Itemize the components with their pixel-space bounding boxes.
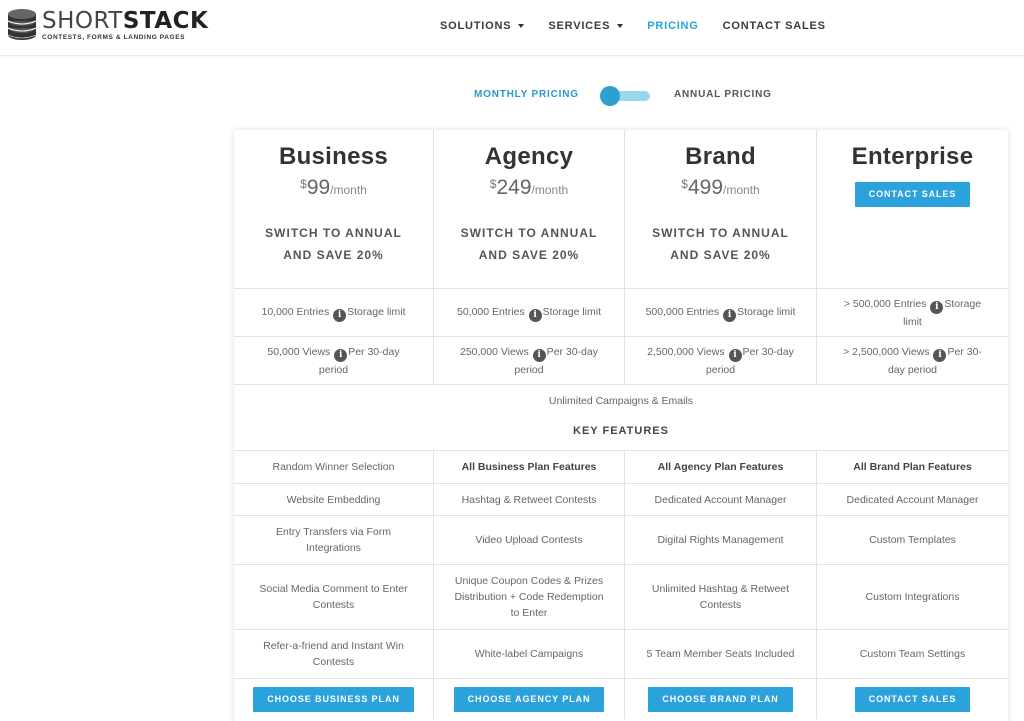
feature-row: Random Winner Selection All Business Pla… <box>234 451 1008 484</box>
feature-row: Social Media Comment to Enter Contests U… <box>234 565 1008 630</box>
plan-price: $249/month <box>489 176 569 199</box>
plan-header-business: Business $99/month SWITCH TO ANNUAL AND S… <box>234 130 434 288</box>
plan-price: $499/month <box>681 176 760 199</box>
billing-toggle-row: MONTHLY PRICING ANNUAL PRICING <box>0 84 1024 106</box>
info-icon[interactable]: i <box>933 348 947 362</box>
feature-cell: Entry Transfers via Form Integrations <box>234 516 434 564</box>
key-features-title: KEY FEATURES <box>573 425 669 437</box>
info-icon[interactable]: i <box>930 300 944 314</box>
pricing-table: Business $99/month SWITCH TO ANNUAL AND S… <box>234 130 1008 721</box>
views-cell: 2,500,000 Views i Per 30-day period <box>625 337 817 384</box>
choose-agency-plan-button[interactable]: CHOOSE AGENCY PLAN <box>453 686 605 712</box>
feature-cell: 5 Team Member Seats Included <box>625 630 817 678</box>
plan-price: $99/month <box>300 176 367 199</box>
views-cell: > 2,500,000 Views i Per 30-day period <box>843 345 982 376</box>
plan-name: Enterprise <box>851 143 974 170</box>
site-header: SHORTSTACK CONTESTS, FORMS & LANDING PAG… <box>0 0 1024 56</box>
choose-brand-plan-button[interactable]: CHOOSE BRAND PLAN <box>648 686 793 712</box>
brand-name: SHORTSTACK <box>42 7 209 34</box>
billing-toggle-knob[interactable] <box>600 86 620 106</box>
nav-pricing[interactable]: PRICING <box>647 20 698 32</box>
unlimited-campaigns-text: Unlimited Campaigns & Emails <box>548 395 694 407</box>
feature-cell: White-label Campaigns <box>434 630 625 678</box>
entries-cell: 10,000 Entries i Storage limit <box>234 289 434 336</box>
plan-name: Business <box>278 143 389 170</box>
info-icon[interactable]: i <box>532 348 546 362</box>
info-icon[interactable]: i <box>333 308 347 322</box>
plan-header-row: Business $99/month SWITCH TO ANNUAL AND S… <box>234 130 1008 289</box>
feature-cell: Website Embedding <box>234 484 434 515</box>
nav-solutions[interactable]: SOLUTIONS <box>440 20 525 32</box>
choose-business-plan-button[interactable]: CHOOSE BUSINESS PLAN <box>253 686 414 712</box>
views-row: 50,000 Views i Per 30-day period 250,000 … <box>234 337 1008 385</box>
feature-cell: Dedicated Account Manager <box>625 484 817 515</box>
feature-cell: Video Upload Contests <box>434 516 625 564</box>
shortstack-logo[interactable]: SHORTSTACK CONTESTS, FORMS & LANDING PAG… <box>6 8 208 42</box>
info-icon[interactable]: i <box>723 308 737 322</box>
feature-cell: Hashtag & Retweet Contests <box>434 484 625 515</box>
feature-cell: Dedicated Account Manager <box>846 493 979 506</box>
feature-cell: Social Media Comment to Enter Contests <box>234 565 434 629</box>
feature-cell: Digital Rights Management <box>625 516 817 564</box>
switch-annual-link[interactable]: SWITCH TO ANNUAL AND SAVE 20% <box>461 222 598 266</box>
monthly-pricing-label[interactable]: MONTHLY PRICING <box>474 89 579 100</box>
feature-cell: All Agency Plan Features <box>625 451 817 483</box>
switch-annual-link[interactable]: SWITCH TO ANNUAL AND SAVE 20% <box>265 222 402 266</box>
plan-name: Agency <box>484 143 574 170</box>
plan-header-brand: Brand $499/month SWITCH TO ANNUAL AND SAV… <box>625 130 817 288</box>
info-icon[interactable]: i <box>334 348 348 362</box>
feature-row: Website Embedding Hashtag & Retweet Cont… <box>234 484 1008 516</box>
plan-header-agency: Agency $249/month SWITCH TO ANNUAL AND SA… <box>434 130 625 288</box>
main-nav: SOLUTIONS SERVICES PRICING CONTACT SALES <box>428 0 838 52</box>
feature-cell: Unlimited Hashtag & Retweet Contests <box>625 565 817 629</box>
shared-features-row: Unlimited Campaigns & Emails KEY FEATURE… <box>234 385 1008 451</box>
feature-cell: Custom Integrations <box>865 591 960 603</box>
feature-cell: Custom Templates <box>869 534 956 546</box>
info-icon[interactable]: i <box>528 308 542 322</box>
entries-cell: > 500,000 Entries i Storage limit <box>843 297 982 328</box>
plan-name: Brand <box>685 143 756 170</box>
plan-header-enterprise: Enterprise CONTACT SALES <box>817 130 1008 288</box>
feature-row: Refer-a-friend and Instant Win Contests … <box>234 630 1008 679</box>
feature-row: Entry Transfers via Form Integrations Vi… <box>234 516 1008 565</box>
plan-button-row: CHOOSE BUSINESS PLAN CHOOSE AGENCY PLAN … <box>234 679 1008 719</box>
entries-row: 10,000 Entries i Storage limit 50,000 Ent… <box>234 289 1008 337</box>
switch-annual-link[interactable]: SWITCH TO ANNUAL AND SAVE 20% <box>652 222 789 266</box>
views-cell: 50,000 Views i Per 30-day period <box>234 337 434 384</box>
caret-down-icon <box>617 24 624 28</box>
entries-cell: 50,000 Entries i Storage limit <box>434 289 625 336</box>
caret-down-icon <box>518 24 525 28</box>
feature-cell: Refer-a-friend and Instant Win Contests <box>234 630 434 678</box>
feature-cell: All Brand Plan Features <box>853 461 972 473</box>
feature-cell: Random Winner Selection <box>234 451 434 483</box>
views-cell: 250,000 Views i Per 30-day period <box>434 337 625 384</box>
feature-cell: All Business Plan Features <box>434 451 625 483</box>
enterprise-contact-sales-button[interactable]: CONTACT SALES <box>854 182 971 207</box>
entries-cell: 500,000 Entries i Storage limit <box>625 289 817 336</box>
feature-cell: Custom Team Settings <box>859 648 966 660</box>
info-icon[interactable]: i <box>728 348 742 362</box>
annual-pricing-label[interactable]: ANNUAL PRICING <box>674 89 772 100</box>
nav-contact-sales[interactable]: CONTACT SALES <box>723 20 826 32</box>
contact-sales-button[interactable]: CONTACT SALES <box>854 686 971 712</box>
nav-services[interactable]: SERVICES <box>548 20 624 32</box>
feature-cell: Unique Coupon Codes & Prizes Distributio… <box>434 565 625 629</box>
brand-tagline: CONTESTS, FORMS & LANDING PAGES <box>42 33 186 41</box>
stacked-coins-icon <box>6 8 38 42</box>
